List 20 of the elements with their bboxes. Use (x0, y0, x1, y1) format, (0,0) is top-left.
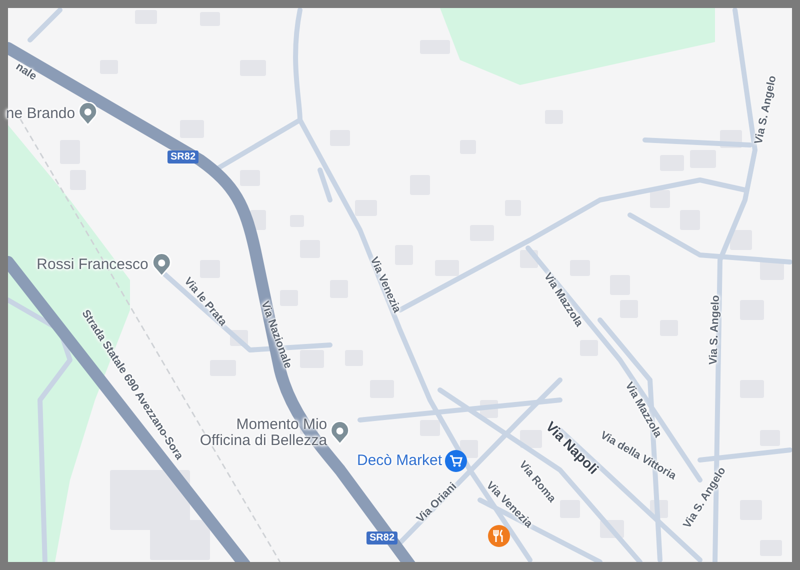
building (435, 260, 459, 276)
road-number-badge: SR82 (366, 532, 398, 544)
building (300, 350, 324, 368)
building (420, 420, 440, 436)
building (560, 500, 580, 518)
building (650, 190, 670, 208)
building (355, 200, 377, 216)
place-label[interactable]: Decò Market (356, 453, 442, 469)
map-pin-icon[interactable] (151, 253, 172, 277)
street-label: Via S. Angelo (752, 74, 780, 146)
street-label: Via S. Angelo (706, 294, 723, 366)
map-pin-icon[interactable] (78, 102, 98, 126)
shopping-cart-icon[interactable] (445, 450, 468, 472)
road-number-badge: SR82 (168, 150, 198, 164)
map-pin-icon[interactable] (330, 421, 350, 445)
building (580, 340, 598, 356)
building (730, 230, 752, 250)
building (420, 40, 450, 54)
street-label: nale (12, 60, 40, 85)
place-label[interactable]: Rossi Francesco (36, 257, 148, 273)
